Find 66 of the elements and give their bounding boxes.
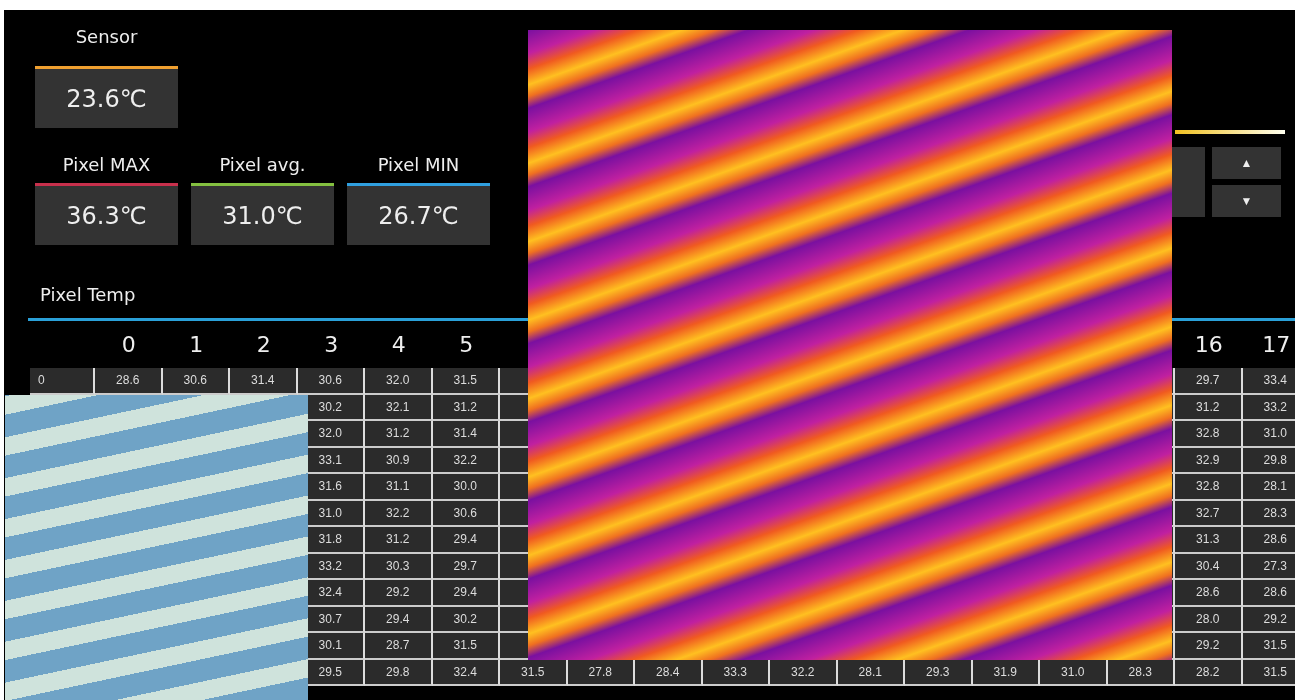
- table-cell: 32.8: [1175, 421, 1243, 448]
- table-cell: 32.8: [1175, 474, 1243, 501]
- table-cell: 32.7: [1175, 500, 1243, 527]
- table-cell: 28.1: [1242, 474, 1295, 501]
- table-cell: 31.1: [365, 474, 433, 501]
- temperature-value: 23.6℃: [35, 69, 178, 128]
- column-header: 17: [1261, 331, 1292, 359]
- table-cell: 29.8: [365, 659, 433, 686]
- table-cell: 31.0: [1242, 421, 1295, 448]
- table-cell: 28.7: [365, 633, 433, 660]
- table-cell: 29.4: [432, 580, 500, 607]
- column-header: 4: [390, 331, 407, 359]
- table-cell: 32.2: [770, 659, 838, 686]
- table-cell: 28.6: [1242, 580, 1295, 607]
- temperature-value: 36.3℃: [35, 186, 178, 245]
- sensor-label: Sensor: [75, 25, 138, 49]
- table-cell: 32.1: [365, 394, 433, 421]
- column-header: 2: [255, 331, 272, 359]
- table-cell: 33.4: [1242, 368, 1295, 395]
- table-cell: 28.6: [95, 368, 163, 395]
- table-cell: 32.9: [1175, 447, 1243, 474]
- column-header: 0: [120, 331, 137, 359]
- table-cell: 30.0: [432, 474, 500, 501]
- table-cell: 31.0: [1040, 659, 1108, 686]
- table-cell: 32.0: [365, 368, 433, 395]
- temperature-value: 26.7℃: [347, 186, 490, 245]
- table-cell: 31.3: [1175, 527, 1243, 554]
- table-cell: 30.6: [162, 368, 230, 395]
- column-header: 1: [188, 331, 205, 359]
- stat-label: Pixel MIN: [377, 153, 460, 177]
- column-header: 3: [323, 331, 340, 359]
- table-cell: 28.4: [635, 659, 703, 686]
- table-cell: 31.2: [1175, 394, 1243, 421]
- table-cell: 28.0: [1175, 606, 1243, 633]
- row-header: 0: [30, 368, 95, 395]
- table-cell: 30.4: [1175, 553, 1243, 580]
- table-cell: 31.5: [1242, 633, 1295, 660]
- section-title: Pixel Temp: [40, 283, 137, 307]
- stat-label: Pixel MAX: [62, 153, 151, 177]
- table-cell: 31.5: [432, 368, 500, 395]
- column-header: 5: [458, 331, 475, 359]
- temperature-value: 31.0℃: [191, 186, 334, 245]
- table-cell: 28.2: [1175, 659, 1243, 686]
- table-cell: 29.2: [1175, 633, 1243, 660]
- stat-label: Pixel avg.: [219, 153, 306, 177]
- table-cell: 30.6: [297, 368, 365, 395]
- table-cell: 30.3: [365, 553, 433, 580]
- table-cell: 32.2: [365, 500, 433, 527]
- table-cell: 28.6: [1242, 527, 1295, 554]
- table-cell: 31.5: [432, 633, 500, 660]
- table-cell: 29.3: [905, 659, 973, 686]
- table-cell: 31.4: [230, 368, 298, 395]
- table-cell: 30.9: [365, 447, 433, 474]
- up-button[interactable]: ▲: [1212, 147, 1281, 179]
- column-header: 16: [1193, 331, 1224, 359]
- down-button[interactable]: ▼: [1212, 185, 1281, 217]
- table-cell: 28.6: [1175, 580, 1243, 607]
- table-cell: 31.4: [432, 421, 500, 448]
- table-cell: 31.5: [500, 659, 568, 686]
- table-cell: 29.2: [365, 580, 433, 607]
- table-cell: 31.2: [365, 421, 433, 448]
- table-cell: 31.2: [365, 527, 433, 554]
- table-cell: 29.7: [1175, 368, 1243, 395]
- table-cell: 29.4: [432, 527, 500, 554]
- value-box: [1171, 147, 1205, 217]
- table-cell: 29.4: [365, 606, 433, 633]
